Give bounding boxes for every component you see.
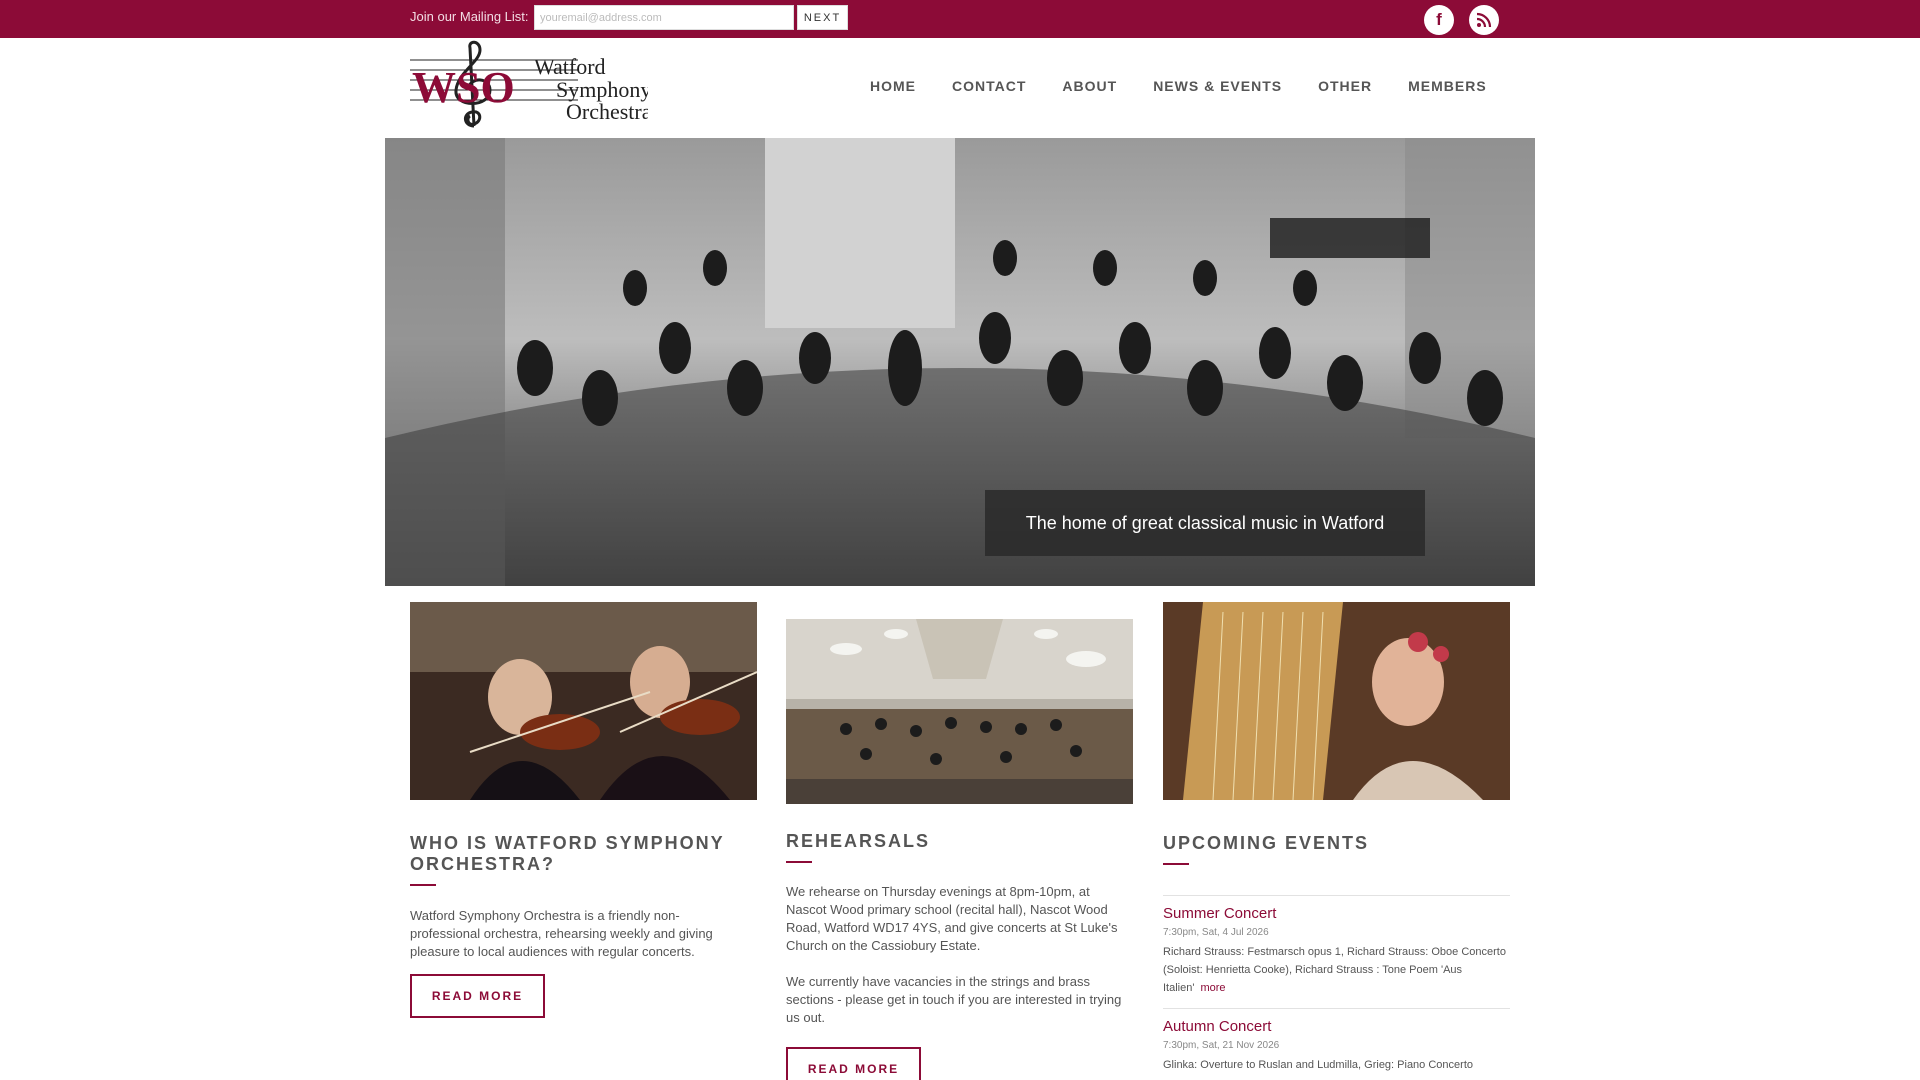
- wso-logo[interactable]: WSO Watford Symphony Orchestra: [408, 38, 652, 134]
- rss-glyph: [1476, 12, 1492, 28]
- logo-line3: Orchestra: [566, 99, 648, 124]
- events-divider: [1163, 863, 1189, 865]
- rehearsals-read-more-button[interactable]: READ MORE: [786, 1047, 921, 1080]
- event-description: Glinka: Overture to Ruslan and Ludmilla,…: [1163, 1059, 1473, 1071]
- next-button[interactable]: NEXT: [797, 5, 848, 30]
- hero-caption: The home of great classical music in Wat…: [985, 490, 1425, 556]
- rehearsals-text-2: We currently have vacancies in the strin…: [786, 974, 1122, 1025]
- nav-about[interactable]: ABOUT: [1062, 78, 1117, 98]
- who-title: WHO IS WATFORD SYMPHONY ORCHESTRA?: [410, 833, 725, 874]
- rehearsals-text-1: We rehearse on Thursday evenings at 8pm-…: [786, 884, 1118, 953]
- event-item-summer-concert: Summer Concert 7:30pm, Sat, 4 Jul 2026 R…: [1163, 905, 1510, 997]
- violinists-photo: [410, 602, 757, 800]
- mailing-list-label: Join our Mailing List:: [410, 9, 529, 24]
- main-nav: HOME CONTACT ABOUT NEWS & EVENTS OTHER M…: [870, 78, 1523, 98]
- nav-contact[interactable]: CONTACT: [952, 78, 1026, 98]
- harpist-photo: [1163, 602, 1510, 800]
- who-read-more-button[interactable]: READ MORE: [410, 974, 545, 1018]
- email-input[interactable]: [534, 5, 794, 30]
- nav-other[interactable]: OTHER: [1318, 78, 1372, 98]
- nav-news-events[interactable]: NEWS & EVENTS: [1153, 78, 1282, 98]
- rss-icon[interactable]: [1469, 5, 1499, 35]
- who-divider: [410, 884, 436, 886]
- event-date: 7:30pm, Sat, 4 Jul 2026: [1163, 927, 1269, 938]
- rehearsals-divider: [786, 861, 812, 863]
- facebook-icon[interactable]: f: [1424, 5, 1454, 35]
- event-title[interactable]: Summer Concert: [1163, 905, 1510, 923]
- event-separator: [1163, 895, 1510, 896]
- events-title: UPCOMING EVENTS: [1163, 833, 1370, 853]
- event-more-link[interactable]: more: [1200, 982, 1225, 994]
- event-description: Richard Strauss: Festmarsch opus 1, Rich…: [1163, 943, 1510, 997]
- logo-initials: WSO: [412, 63, 515, 112]
- logo-line1: Watford: [534, 54, 606, 79]
- church-concert-photo: [786, 619, 1133, 804]
- event-item-autumn-concert: Autumn Concert 7:30pm, Sat, 21 Nov 2026 …: [1163, 1018, 1510, 1074]
- event-title[interactable]: Autumn Concert: [1163, 1018, 1510, 1036]
- mailing-list-bar: Join our Mailing List: NEXT f: [0, 0, 1920, 38]
- nav-members[interactable]: MEMBERS: [1408, 78, 1487, 98]
- nav-home[interactable]: HOME: [870, 78, 916, 98]
- hero-slider[interactable]: The home of great classical music in Wat…: [385, 138, 1535, 586]
- event-date: 7:30pm, Sat, 21 Nov 2026: [1163, 1040, 1280, 1051]
- who-text: Watford Symphony Orchestra is a friendly…: [410, 908, 713, 959]
- event-separator: [1163, 1008, 1510, 1009]
- rehearsals-title: REHEARSALS: [786, 831, 931, 851]
